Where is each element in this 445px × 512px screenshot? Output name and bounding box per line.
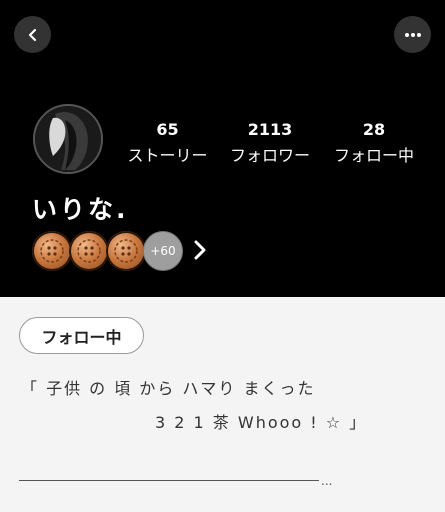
stat-stories-label: ストーリー <box>127 146 208 165</box>
badge-icon <box>69 231 109 271</box>
more-horizontal-icon <box>404 32 421 37</box>
stat-following-count: 28 <box>362 120 386 139</box>
badges-expand-button[interactable] <box>192 239 208 265</box>
chevron-left-icon <box>28 28 36 41</box>
stat-following[interactable]: 28 フォロー中 <box>326 120 422 168</box>
profile-header: 65 ストーリー 2113 フォロワー 28 フォロー中 いりな. +60 <box>0 0 445 297</box>
avatar[interactable] <box>33 104 103 174</box>
bio-ellipsis: ... <box>321 474 333 488</box>
bio-line-1: 「 子供 の 頃 から ハマり まくった <box>21 379 316 398</box>
stat-stories[interactable]: 65 ストーリー <box>120 120 215 168</box>
bio-line-2: 3 2 1 茶 Whooo ! ☆ 」 <box>155 413 368 432</box>
badge-icon <box>106 231 146 271</box>
stat-stories-count: 65 <box>156 120 179 139</box>
following-button[interactable]: フォロー中 <box>19 317 144 354</box>
profile-name: いりな. <box>32 195 129 224</box>
badge-more-count: +60 <box>143 231 183 271</box>
badge-icon <box>32 231 72 271</box>
avatar-image <box>35 106 101 172</box>
more-options-button[interactable] <box>394 16 431 53</box>
back-button[interactable] <box>14 16 51 53</box>
stat-followers[interactable]: 2113 フォロワー <box>222 120 318 168</box>
bio-divider <box>19 480 319 481</box>
stat-following-label: フォロー中 <box>333 146 414 165</box>
stat-followers-label: フォロワー <box>229 146 310 165</box>
chevron-right-icon <box>194 240 206 260</box>
stat-followers-count: 2113 <box>247 120 293 139</box>
